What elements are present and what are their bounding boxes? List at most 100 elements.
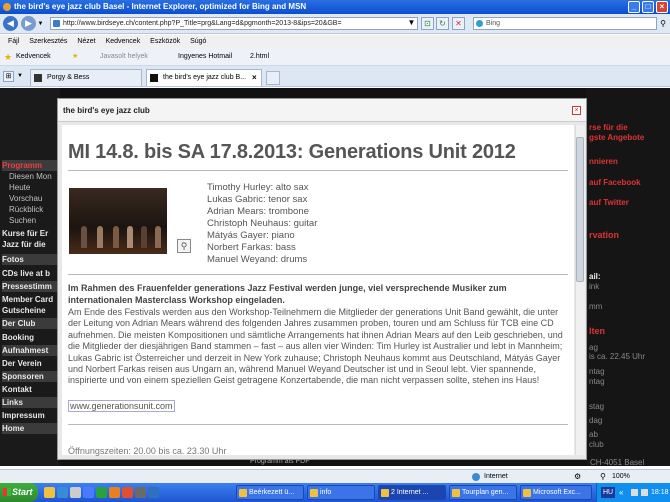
right-text: dag [589,416,603,425]
task-info[interactable]: info [307,485,375,500]
fav-hotmail[interactable]: Ingyenes Hotmail [178,48,232,66]
menu-tools[interactable]: Eszközök [150,38,180,45]
tab-list-icon[interactable]: ▼ [17,71,26,82]
maximize-button[interactable]: □ [642,1,654,13]
nav-verein[interactable]: Der Verein [2,358,60,369]
minimize-button[interactable]: _ [628,1,640,13]
task-mail[interactable]: Beérkezett ü... [236,485,304,500]
tray-icon[interactable] [641,489,648,496]
zoom-icon[interactable]: ⚲ [177,239,191,253]
nav-club[interactable]: Der Club [2,318,60,329]
address-input[interactable]: http://www.birdseye.ch/content.php?P_Tit… [50,17,418,30]
protected-mode-icon[interactable]: ⚙ [574,470,581,483]
nav-kurse[interactable]: Kurse für Er [2,228,60,239]
nav-vorschau[interactable]: Vorschau [2,193,60,204]
forward-button[interactable]: ▶ [21,16,36,31]
window-title: the bird's eye jazz club Basel - Interne… [14,2,307,11]
nav-home[interactable]: Home [2,423,60,434]
stop-icon[interactable]: ✕ [452,17,465,30]
menu-edit[interactable]: Szerkesztés [29,38,67,45]
right-text[interactable]: auf Facebook [589,178,641,187]
nav-jazz[interactable]: Jazz für die [2,239,60,250]
app-icon[interactable] [148,487,159,498]
tab-birdseye[interactable]: the bird's eye jazz club B... × [146,69,262,86]
ie-icon [3,3,11,11]
firefox-icon[interactable] [122,487,133,498]
app-icon[interactable] [135,487,146,498]
nav-cds[interactable]: CDs live at b [2,268,60,279]
quick-tabs-icon[interactable]: ⊞ [3,71,14,82]
language-indicator[interactable]: HU [601,487,616,498]
zoom-level[interactable]: 100% [612,470,630,483]
search-icon[interactable]: ⚲ [657,17,669,30]
outlook-icon[interactable] [83,487,94,498]
right-text: ag [589,343,598,352]
star-icon: ★ [4,52,13,62]
right-text: club [589,440,604,449]
favorites-button[interactable]: Kedvencek [16,48,51,66]
nav-suchen[interactable]: Suchen [2,215,60,226]
nav-gutscheine[interactable]: Gutscheine [2,305,60,316]
tab-porgy[interactable]: Porgy & Bess [30,69,142,86]
menu-help[interactable]: Súgó [190,38,206,45]
right-text: ab [589,430,598,439]
address-dropdown-icon[interactable]: ▼ [405,17,418,30]
folder-icon[interactable] [44,487,55,498]
app-icon[interactable] [96,487,107,498]
menu-view[interactable]: Nézet [77,38,95,45]
task-tourplan[interactable]: Tourplan gen... [449,485,517,500]
menu-file[interactable]: Fájl [8,38,19,45]
zoom-icon[interactable]: ⚲ [600,470,606,483]
app-icon[interactable] [109,487,120,498]
nav-diesen-monat[interactable]: Diesen Mon [2,171,60,182]
tray-expand-icon[interactable]: « [619,483,623,502]
band-photo[interactable] [69,188,167,254]
nav-links[interactable]: Links [2,397,60,408]
menu-favorites[interactable]: Kedvencek [106,38,141,45]
task-internet[interactable]: 2 Internet ... [378,485,446,500]
right-text[interactable]: nnieren [589,157,618,166]
task-excel[interactable]: Microsoft Exc... [520,485,592,500]
right-text: CH-4051 Basel [590,458,645,467]
tab-favicon [34,74,42,82]
nav-sponsoren[interactable]: Sponsoren [2,371,60,382]
close-tab-icon[interactable]: × [252,70,257,86]
nav-aufnahme[interactable]: Aufnahmest [2,345,60,356]
media-icon[interactable] [70,487,81,498]
start-button[interactable]: Start [0,483,38,502]
nav-presse[interactable]: Pressestimm [2,281,60,292]
nav-rueckblick[interactable]: Rückblick [2,204,60,215]
add-favorite-icon[interactable]: ★ [72,48,78,66]
nav-booking[interactable]: Booking [2,332,60,343]
nav-kontakt[interactable]: Kontakt [2,384,60,395]
scrollbar-thumb[interactable] [576,137,584,282]
nav-heute[interactable]: Heute [2,182,60,193]
band-member: Manuel Weyand: drums [207,254,308,265]
dropdown-icon[interactable]: ▼ [36,19,45,28]
band-member: Norbert Farkas: bass [207,242,296,253]
right-text[interactable]: gste Angebote [589,133,644,142]
tab-label: Porgy & Bess [47,74,90,81]
compatibility-icon[interactable]: ⊡ [421,17,434,30]
right-text: ail: [589,272,601,281]
fav-html[interactable]: 2.html [250,48,269,66]
new-tab-button[interactable] [266,71,280,85]
nav-programm[interactable]: Programm [2,160,60,171]
ie-icon[interactable] [57,487,68,498]
close-window-button[interactable]: × [656,1,668,13]
search-input[interactable]: Bing [473,17,657,30]
right-text[interactable]: rse für die [589,123,628,132]
right-text[interactable]: auf Twitter [589,198,629,207]
tray-icon[interactable] [631,489,638,496]
divider [68,274,568,275]
right-text[interactable]: ink [589,282,599,291]
fav-suggested[interactable]: Javasolt helyek [100,48,148,66]
nav-impressum[interactable]: Impressum [2,410,60,421]
back-button[interactable]: ◀ [3,16,18,31]
close-icon[interactable]: × [572,106,581,115]
refresh-icon[interactable]: ↻ [436,17,449,30]
clock[interactable]: 18:18 [651,483,669,502]
website-link[interactable]: www.generationsunit.com [68,400,175,412]
nav-member[interactable]: Member Card [2,294,60,305]
nav-fotos[interactable]: Fotos [2,254,60,265]
